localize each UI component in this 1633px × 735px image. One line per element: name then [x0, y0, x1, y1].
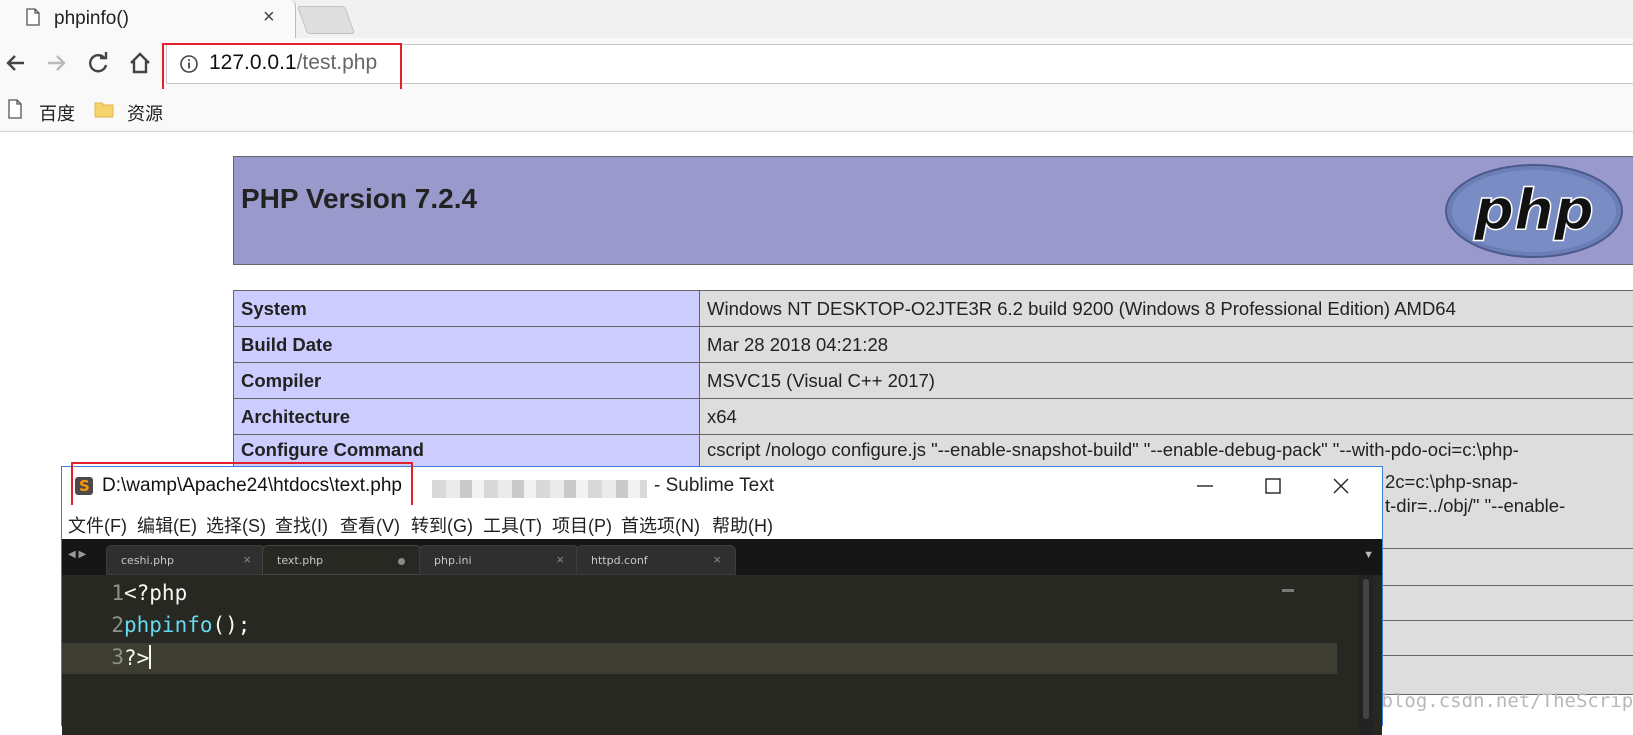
table-row: Architecture x64 [234, 399, 1633, 435]
info-key: Compiler [234, 363, 700, 399]
php-version-header: PHP Version 7.2.4 php [233, 156, 1633, 265]
code-line-3[interactable]: ?> [124, 645, 151, 670]
forward-icon[interactable] [42, 49, 70, 77]
sublime-app-name: - Sublime Text [654, 475, 774, 497]
tab-php-ini[interactable]: php.ini × [419, 545, 579, 575]
browser-tab-phpinfo[interactable]: phpinfo() × [0, 0, 296, 39]
tab-text-php[interactable]: text.php [262, 545, 422, 575]
menu-help[interactable]: 帮助(H) [712, 512, 773, 538]
tab-scroll-arrows-icon[interactable]: ◀ ▶ [68, 549, 86, 560]
line-number: 1 [62, 581, 124, 605]
close-window-icon[interactable] [1328, 473, 1354, 499]
minimap[interactable] [1282, 589, 1294, 592]
browser-tab-strip: phpinfo() × [0, 0, 1633, 39]
file-path-highlight-box [71, 462, 413, 508]
tab-dropdown-icon[interactable]: ▼ [1363, 549, 1374, 561]
line-number: 2 [62, 613, 124, 637]
tab-title: phpinfo() [54, 8, 129, 30]
editor-scrollbar[interactable] [1359, 575, 1373, 735]
table-row: Compiler MSVC15 (Visual C++ 2017) [234, 363, 1633, 399]
page-icon [26, 8, 40, 26]
menu-file[interactable]: 文件(F) [68, 512, 127, 538]
scrollbar-thumb[interactable] [1363, 579, 1369, 719]
code-line-2[interactable]: phpinfo(); [124, 613, 250, 637]
bookmarks-bar [0, 89, 1633, 132]
menu-project[interactable]: 项目(P) [552, 512, 612, 538]
folder-icon [94, 100, 114, 118]
tab-close-icon[interactable]: × [243, 552, 251, 567]
info-value: x64 [700, 399, 1633, 435]
tab-label: php.ini [434, 554, 472, 567]
info-value: Windows NT DESKTOP-O2JTE3R 6.2 build 920… [700, 291, 1633, 327]
info-key: System [234, 291, 700, 327]
menu-edit[interactable]: 编辑(E) [137, 512, 197, 538]
menu-preferences[interactable]: 首选项(N) [621, 512, 700, 538]
bookmark-baidu[interactable]: 百度 [39, 100, 75, 126]
php-logo-text: php [1473, 178, 1594, 243]
configure-line: t-dir=../obj/" "--enable- [1385, 494, 1565, 518]
maximize-icon[interactable] [1260, 473, 1286, 499]
current-line-highlight [62, 643, 1337, 674]
php-logo: php [1444, 163, 1624, 259]
tab-label: httpd.conf [591, 554, 648, 567]
menu-selection[interactable]: 选择(S) [206, 512, 266, 538]
sublime-menu-bar: 文件(F) 编辑(E) 选择(S) 查找(I) 查看(V) 转到(G) 工具(T… [62, 505, 1382, 539]
tab-close-icon[interactable]: × [263, 6, 275, 29]
minimize-icon[interactable] [1192, 473, 1218, 499]
text-caret [149, 645, 151, 669]
tab-label: text.php [277, 554, 323, 567]
blurred-project-name [432, 480, 647, 498]
page-icon [8, 99, 22, 119]
menu-tools[interactable]: 工具(T) [483, 512, 542, 538]
menu-goto[interactable]: 转到(G) [411, 512, 473, 538]
configure-line: 2c=c:\php-snap- [1385, 470, 1565, 494]
tab-httpd-conf[interactable]: httpd.conf × [576, 545, 736, 575]
row-divider [1383, 655, 1633, 656]
tab-close-icon[interactable]: × [713, 552, 721, 567]
tab-label: ceshi.php [121, 554, 174, 567]
sublime-tab-bar: ceshi.php × text.php php.ini × httpd.con… [62, 539, 1382, 575]
bookmark-folder-resources[interactable]: 资源 [127, 100, 163, 126]
info-value: MSVC15 (Visual C++ 2017) [700, 363, 1633, 399]
row-divider [1383, 548, 1633, 549]
code-text: ?> [124, 646, 149, 670]
reload-icon[interactable] [84, 49, 112, 77]
line-number: 3 [62, 645, 124, 669]
info-key: Architecture [234, 399, 700, 435]
tab-close-icon[interactable]: × [556, 552, 564, 567]
code-line-1[interactable]: <?php [124, 581, 187, 605]
tab-ceshi-php[interactable]: ceshi.php × [106, 545, 266, 575]
configure-continuation: 2c=c:\php-snap- t-dir=../obj/" "--enable… [1385, 470, 1565, 518]
menu-view[interactable]: 查看(V) [340, 512, 400, 538]
code-text: (); [213, 613, 251, 637]
home-icon[interactable] [126, 49, 154, 77]
table-row: Build Date Mar 28 2018 04:21:28 [234, 327, 1633, 363]
info-key: Build Date [234, 327, 700, 363]
code-function: phpinfo [124, 613, 213, 637]
menu-find[interactable]: 查找(I) [275, 512, 328, 538]
row-divider [1383, 620, 1633, 621]
php-version-title: PHP Version 7.2.4 [241, 183, 477, 215]
unsaved-dot-icon[interactable] [398, 558, 405, 565]
info-value: Mar 28 2018 04:21:28 [700, 327, 1633, 363]
row-divider [1383, 585, 1633, 586]
code-editor[interactable]: 1 2 3 <?php phpinfo(); ?> [62, 575, 1382, 735]
url-highlight-box [162, 43, 402, 93]
sublime-text-window: S D:\wamp\Apache24\htdocs\text.php - Sub… [61, 466, 1383, 726]
back-icon[interactable] [2, 49, 30, 77]
table-row: System Windows NT DESKTOP-O2JTE3R 6.2 bu… [234, 291, 1633, 327]
new-tab-button[interactable] [297, 6, 355, 34]
